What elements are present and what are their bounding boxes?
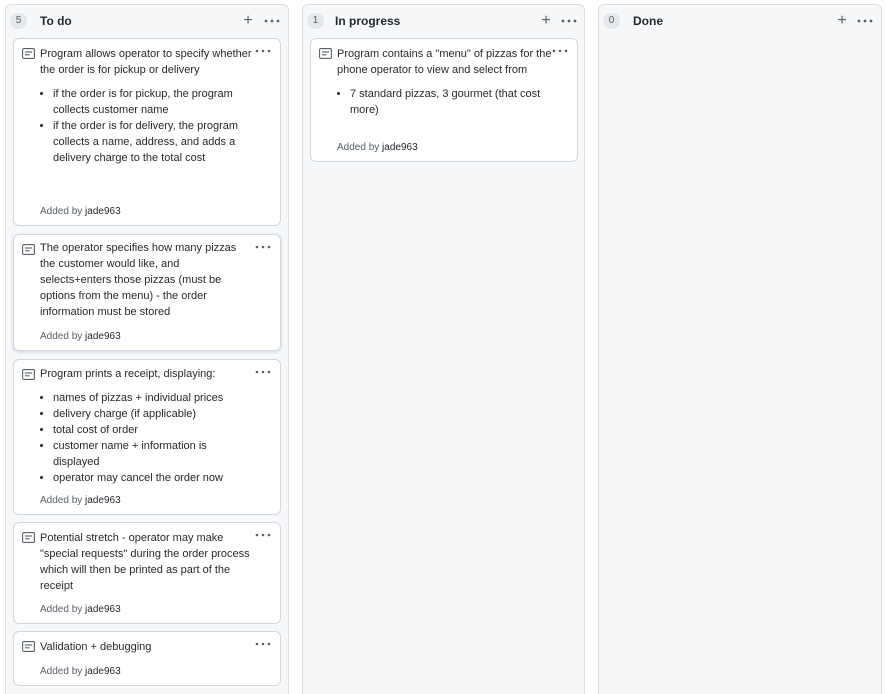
card-bullet-list: 7 standard pizzas, 3 gourmet (that cost …	[337, 86, 555, 118]
plus-icon: +	[243, 12, 253, 29]
card-note-text: The operator specifies how many pizzas t…	[40, 242, 237, 318]
card-bullet-list: names of pizzas + individual pricesdeliv…	[40, 390, 253, 486]
project-card[interactable]: Program prints a receipt, displaying: nam…	[13, 359, 281, 515]
kebab-horizontal-icon	[255, 533, 271, 537]
column-menu-button[interactable]	[262, 11, 282, 31]
list-item: names of pizzas + individual prices	[53, 390, 253, 406]
added-by-label: Added by	[40, 604, 83, 615]
kebab-horizontal-icon	[857, 19, 873, 23]
list-item: customer name + information is displayed	[53, 438, 253, 470]
card-footer: Added by jade963	[40, 665, 121, 679]
card-menu-button[interactable]	[254, 530, 272, 540]
add-card-button[interactable]: +	[536, 11, 556, 31]
kebab-horizontal-icon	[255, 642, 271, 646]
card-footer: Added by jade963	[337, 141, 418, 155]
column-todo: 5 To do + Program allows operator to spe…	[5, 4, 289, 694]
list-item: delivery charge (if applicable)	[53, 406, 253, 422]
list-item: total cost of order	[53, 422, 253, 438]
plus-icon: +	[837, 12, 847, 29]
card-note-body: Program prints a receipt, displaying: nam…	[40, 366, 253, 486]
card-note-body: Potential stretch - operator may make "s…	[40, 530, 253, 594]
add-card-button[interactable]: +	[832, 11, 852, 31]
added-by-label: Added by	[40, 331, 83, 342]
project-card[interactable]: Program contains a "menu" of pizzas for …	[310, 38, 578, 162]
column-menu-button[interactable]	[855, 11, 875, 31]
project-card[interactable]: Potential stretch - operator may make "s…	[13, 522, 281, 624]
note-icon	[22, 48, 35, 59]
note-icon	[22, 532, 35, 543]
author-link[interactable]: jade963	[382, 142, 418, 153]
author-link[interactable]: jade963	[85, 604, 121, 615]
kebab-horizontal-icon	[255, 49, 271, 53]
column-header: 1 In progress +	[303, 5, 584, 37]
card-footer: Added by jade963	[40, 330, 121, 344]
project-card[interactable]: Validation + debugging Added by jade963	[13, 631, 281, 686]
kebab-horizontal-icon	[264, 19, 280, 23]
card-menu-button[interactable]	[254, 367, 272, 377]
card-count-badge: 1	[307, 13, 324, 29]
column-title: In progress	[335, 14, 401, 28]
card-footer: Added by jade963	[40, 603, 121, 617]
author-link[interactable]: jade963	[85, 331, 121, 342]
added-by-label: Added by	[40, 206, 83, 217]
card-menu-button[interactable]	[254, 46, 272, 56]
list-item: operator may cancel the order now	[53, 470, 253, 486]
card-footer: Added by jade963	[40, 205, 121, 219]
card-menu-button[interactable]	[551, 46, 569, 56]
column-title: To do	[40, 14, 72, 28]
column-in-progress: 1 In progress + Program contains a "menu…	[302, 4, 585, 694]
author-link[interactable]: jade963	[85, 495, 121, 506]
card-count-badge: 0	[603, 13, 620, 29]
card-note-body: Program allows operator to specify wheth…	[40, 46, 253, 166]
card-note-body: Validation + debugging	[40, 639, 253, 655]
card-note-body: Program contains a "menu" of pizzas for …	[337, 46, 555, 118]
list-item: 7 standard pizzas, 3 gourmet (that cost …	[350, 86, 555, 118]
list-item: if the order is for pickup, the program …	[53, 86, 253, 118]
card-note-text: Program prints a receipt, displaying:	[40, 368, 216, 380]
card-bullet-list: if the order is for pickup, the program …	[40, 86, 253, 166]
list-item: if the order is for delivery, the progra…	[53, 118, 253, 166]
note-icon	[22, 244, 35, 255]
note-icon	[319, 48, 332, 59]
kebab-horizontal-icon	[561, 19, 577, 23]
kebab-horizontal-icon	[255, 370, 271, 374]
column-title: Done	[633, 14, 663, 28]
added-by-label: Added by	[40, 495, 83, 506]
project-card[interactable]: The operator specifies how many pizzas t…	[13, 234, 281, 351]
added-by-label: Added by	[337, 142, 380, 153]
author-link[interactable]: jade963	[85, 206, 121, 217]
column-header: 0 Done +	[599, 5, 881, 37]
column-done: 0 Done +	[598, 4, 882, 694]
author-link[interactable]: jade963	[85, 666, 121, 677]
plus-icon: +	[541, 12, 551, 29]
added-by-label: Added by	[40, 666, 83, 677]
column-menu-button[interactable]	[559, 11, 579, 31]
card-count-badge: 5	[10, 13, 27, 29]
add-card-button[interactable]: +	[238, 11, 258, 31]
column-header: 5 To do +	[6, 5, 288, 37]
card-note-body: The operator specifies how many pizzas t…	[40, 240, 253, 320]
kebab-horizontal-icon	[255, 245, 271, 249]
card-menu-button[interactable]	[254, 639, 272, 649]
kebab-horizontal-icon	[552, 49, 568, 53]
card-menu-button[interactable]	[254, 242, 272, 252]
card-note-text: Program allows operator to specify wheth…	[40, 48, 252, 76]
card-footer: Added by jade963	[40, 494, 121, 508]
card-note-text: Potential stretch - operator may make "s…	[40, 532, 250, 592]
project-board: 5 To do + Program allows operator to spe…	[0, 0, 886, 694]
note-icon	[22, 369, 35, 380]
note-icon	[22, 641, 35, 652]
card-note-text: Validation + debugging	[40, 641, 152, 653]
project-card[interactable]: Program allows operator to specify wheth…	[13, 38, 281, 226]
card-note-text: Program contains a "menu" of pizzas for …	[337, 48, 552, 76]
